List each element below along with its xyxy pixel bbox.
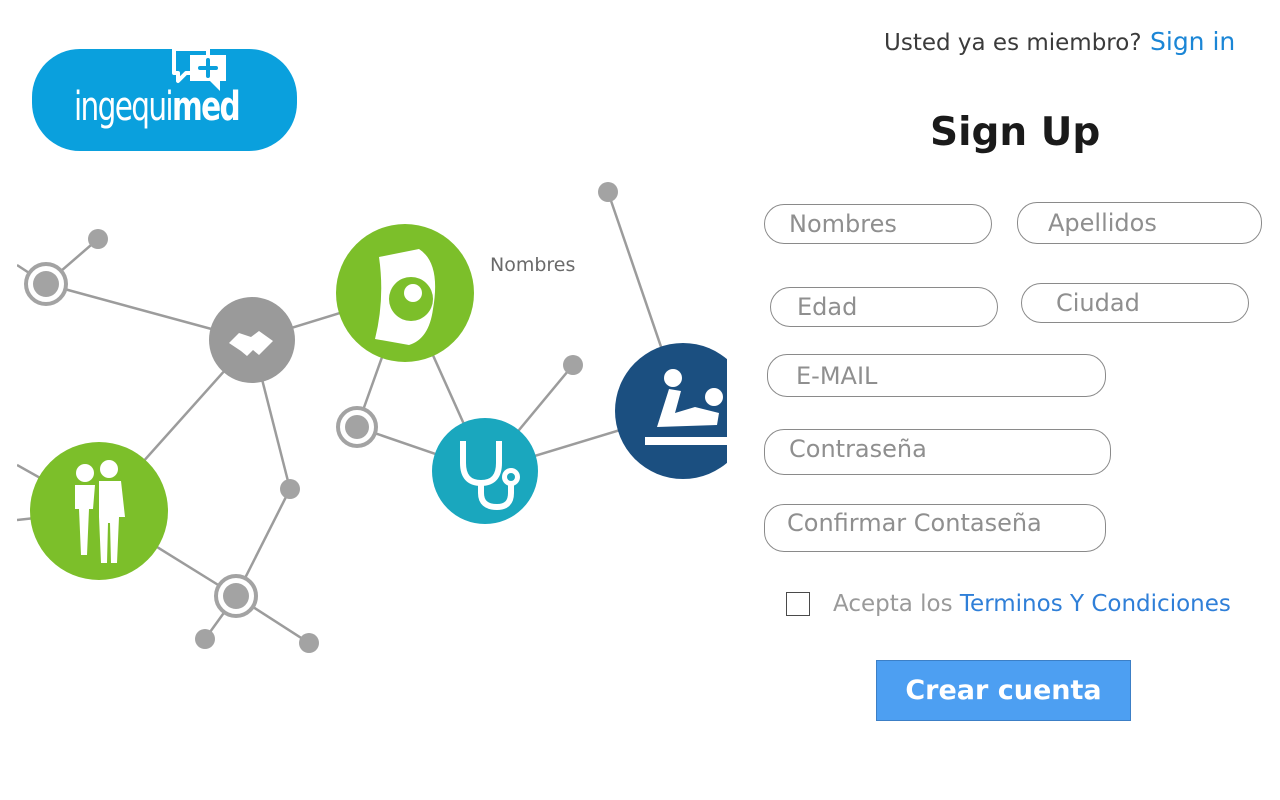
- terms-prefix: Acepta los: [833, 591, 960, 617]
- edad-input[interactable]: [770, 287, 998, 327]
- brand-logo: ingequimed: [32, 47, 297, 151]
- confirm-password-input[interactable]: [764, 504, 1106, 552]
- email-input[interactable]: [767, 354, 1106, 397]
- physiotherapy-icon: [615, 343, 727, 479]
- stethoscope-icon: [432, 418, 538, 524]
- password-input[interactable]: [764, 429, 1111, 475]
- member-question: Usted ya es miembro?: [884, 30, 1142, 56]
- family-icon: [30, 442, 168, 580]
- terms-checkbox[interactable]: [786, 592, 810, 616]
- pregnancy-icon: [336, 224, 474, 362]
- apellidos-input[interactable]: [1017, 202, 1262, 244]
- page-title: Sign Up: [930, 110, 1101, 155]
- logo-wordmark: ingequimed: [74, 84, 241, 130]
- signin-link[interactable]: Sign in: [1150, 27, 1235, 56]
- create-account-button[interactable]: Crear cuenta: [876, 660, 1131, 721]
- illustration-caption: Nombres: [490, 254, 576, 276]
- ciudad-input[interactable]: [1021, 283, 1249, 323]
- terms-text: Acepta los Terminos Y Condiciones: [833, 591, 1231, 617]
- terms-link[interactable]: Terminos Y Condiciones: [960, 591, 1231, 617]
- handshake-icon: [209, 297, 295, 383]
- nombres-input[interactable]: [764, 204, 992, 244]
- health-network-illustration: [17, 182, 727, 653]
